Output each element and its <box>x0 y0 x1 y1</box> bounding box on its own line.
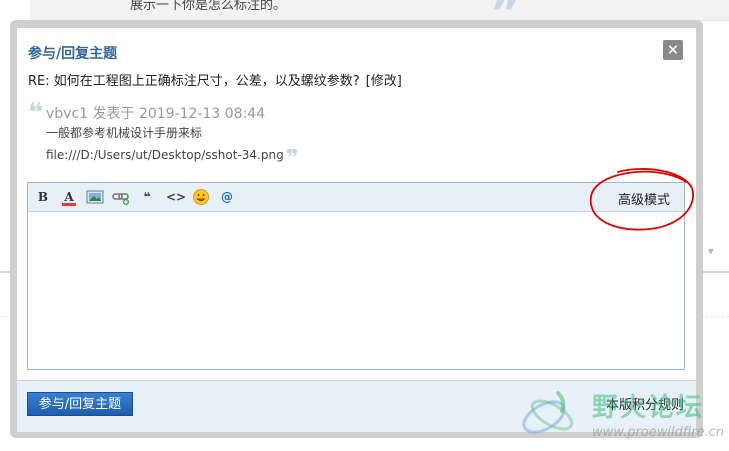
font-color-icon: A <box>64 190 74 204</box>
editor-toolbar: B A ❝ <> @ 高级模式 <box>28 183 684 212</box>
image-icon <box>86 190 104 204</box>
thread-title-line: RE: 如何在工程图上正确标注尺寸，公差，以及螺纹参数? [修改] <box>28 70 402 89</box>
quote-text-line-2: file:///D:/Users/ut/Desktop/sshot-34.png… <box>46 146 299 171</box>
font-color-swatch <box>62 203 76 206</box>
dialog-title: 参与/回复主题 <box>28 46 118 62</box>
insert-quote-button[interactable]: ❝ <box>138 188 156 206</box>
close-button[interactable]: × <box>663 40 683 60</box>
smiley-icon <box>193 189 209 205</box>
submit-reply-button[interactable]: 参与/回复主题 <box>27 392 133 416</box>
font-color-button[interactable]: A <box>60 188 78 206</box>
reply-textarea[interactable] <box>28 212 684 369</box>
quote-author-line: vbvc1 发表于 2019-12-13 08:44 <box>46 106 266 122</box>
bold-button[interactable]: B <box>34 188 52 206</box>
quote-open-icon: ❝ <box>28 98 44 128</box>
close-icon: × <box>667 42 679 58</box>
background-post-strip: 展示一下你是怎么标注的。 ” <box>30 0 729 36</box>
insert-link-button[interactable] <box>112 188 130 206</box>
reply-dialog: 参与/回复主题 × RE: 如何在工程图上正确标注尺寸，公差，以及螺纹参数? [修… <box>17 28 696 432</box>
dialog-footer: 参与/回复主题 本版积分规则 <box>17 380 696 432</box>
quote-text-line: 一般都参考机械设计手册来标 <box>46 126 203 140</box>
forum-rules-link[interactable]: 本版积分规则 <box>606 394 684 413</box>
thread-title: RE: 如何在工程图上正确标注尺寸，公差，以及螺纹参数? <box>28 74 360 89</box>
insert-image-button[interactable] <box>86 188 104 206</box>
link-icon <box>112 193 129 205</box>
edit-title-link[interactable]: [修改] <box>366 74 402 89</box>
quote-close-icon: ❞ <box>285 146 299 171</box>
insert-emoji-button[interactable] <box>192 188 210 206</box>
quote-file-path: file:///D:/Users/ut/Desktop/sshot-34.png <box>46 148 284 162</box>
advanced-mode-link[interactable]: 高级模式 <box>618 189 670 208</box>
background-post-text: 展示一下你是怎么标注的。 <box>130 0 287 13</box>
mention-button[interactable]: @ <box>218 188 236 206</box>
reply-editor: B A ❝ <> @ 高级模式 <box>27 182 685 370</box>
insert-code-button[interactable]: <> <box>166 188 186 206</box>
